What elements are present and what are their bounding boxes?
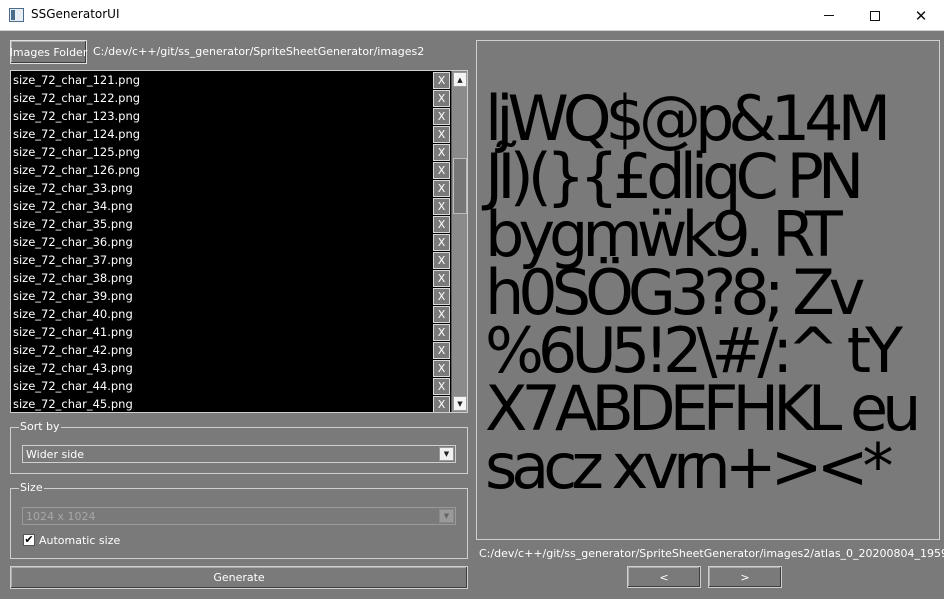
file-name: size_72_char_126.png — [13, 163, 141, 177]
scroll-down-arrow-icon[interactable]: ▼ — [453, 396, 467, 411]
file-name: size_72_char_34.png — [13, 199, 133, 213]
size-title: Size — [19, 481, 44, 494]
file-name: size_72_char_35.png — [13, 217, 133, 231]
chevron-down-icon[interactable]: ▼ — [439, 447, 454, 461]
remove-file-button[interactable]: X — [433, 234, 450, 251]
file-name: size_72_char_37.png — [13, 253, 133, 267]
remove-file-button[interactable]: X — [433, 72, 450, 89]
file-name: size_72_char_122.png — [13, 91, 141, 105]
list-item[interactable]: size_72_char_44.png X — [11, 377, 451, 395]
window-title: SSGeneratorUI — [31, 7, 120, 21]
list-item[interactable]: size_72_char_35.png X — [11, 215, 451, 233]
size-value: 1024 x 1024 — [26, 509, 96, 523]
sort-by-title: Sort by — [19, 420, 61, 433]
list-item[interactable]: size_72_char_36.png X — [11, 233, 451, 251]
remove-file-button[interactable]: X — [433, 216, 450, 233]
scrollbar-track[interactable] — [453, 88, 467, 395]
scrollbar-thumb[interactable] — [453, 158, 467, 214]
list-item[interactable]: size_72_char_45.png X — [11, 395, 451, 412]
remove-file-button[interactable]: X — [433, 252, 450, 269]
remove-file-button[interactable]: X — [433, 378, 450, 395]
file-name: size_72_char_40.png — [13, 307, 133, 321]
list-item[interactable]: size_72_char_40.png X — [11, 305, 451, 323]
file-list-scrollbar[interactable]: ▲ ▼ — [451, 71, 467, 412]
title-bar: SSGeneratorUI ✕ — [0, 0, 944, 31]
remove-file-button[interactable]: X — [433, 198, 450, 215]
file-name: size_72_char_39.png — [13, 289, 133, 303]
list-item[interactable]: size_72_char_34.png X — [11, 197, 451, 215]
app-icon — [9, 8, 24, 22]
file-name: size_72_char_33.png — [13, 181, 133, 195]
list-item[interactable]: size_72_char_123.png X — [11, 107, 451, 125]
atlas-glyph-row: sacz xvrn+><* — [485, 430, 894, 503]
images-folder-path: C:/dev/c++/git/ss_generator/SpriteSheetG… — [93, 45, 425, 58]
automatic-size-checkbox[interactable]: ✔ — [23, 534, 35, 546]
file-name: size_72_char_38.png — [13, 271, 133, 285]
output-path: C:/dev/c++/git/ss_generator/SpriteSheetG… — [479, 547, 944, 560]
remove-file-button[interactable]: X — [433, 360, 450, 377]
remove-file-button[interactable]: X — [433, 342, 450, 359]
list-item[interactable]: size_72_char_33.png X — [11, 179, 451, 197]
list-item[interactable]: size_72_char_122.png X — [11, 89, 451, 107]
remove-file-button[interactable]: X — [433, 144, 450, 161]
remove-file-button[interactable]: X — [433, 162, 450, 179]
next-atlas-button[interactable]: > — [708, 566, 782, 588]
chevron-down-icon: ▼ — [439, 509, 454, 523]
file-name: size_72_char_44.png — [13, 379, 133, 393]
list-item[interactable]: size_72_char_126.png X — [11, 161, 451, 179]
list-item[interactable]: size_72_char_121.png X — [11, 71, 451, 89]
size-dropdown: 1024 x 1024 ▼ — [22, 507, 456, 525]
file-name: size_72_char_123.png — [13, 109, 141, 123]
minimize-icon — [824, 15, 834, 16]
remove-file-button[interactable]: X — [433, 396, 450, 412]
remove-file-button[interactable]: X — [433, 108, 450, 125]
sort-by-group: Sort by Wider side ▼ — [10, 420, 468, 474]
list-item[interactable]: size_72_char_39.png X — [11, 287, 451, 305]
maximize-button[interactable] — [852, 0, 898, 31]
close-button[interactable]: ✕ — [898, 0, 944, 31]
generate-button[interactable]: Generate — [10, 566, 468, 589]
list-item[interactable]: size_72_char_125.png X — [11, 143, 451, 161]
sort-by-value: Wider side — [26, 447, 84, 461]
list-item[interactable]: size_72_char_42.png X — [11, 341, 451, 359]
remove-file-button[interactable]: X — [433, 270, 450, 287]
list-item[interactable]: size_72_char_124.png X — [11, 125, 451, 143]
list-item[interactable]: size_72_char_37.png X — [11, 251, 451, 269]
file-name: size_72_char_43.png — [13, 361, 133, 375]
file-name: size_72_char_125.png — [13, 145, 141, 159]
remove-file-button[interactable]: X — [433, 288, 450, 305]
remove-file-button[interactable]: X — [433, 306, 450, 323]
remove-file-button[interactable]: X — [433, 324, 450, 341]
images-folder-button[interactable]: Images Folder — [10, 40, 87, 64]
automatic-size-label[interactable]: Automatic size — [39, 534, 120, 547]
file-name: size_72_char_36.png — [13, 235, 133, 249]
file-name: size_72_char_41.png — [13, 325, 133, 339]
list-item[interactable]: size_72_char_38.png X — [11, 269, 451, 287]
scroll-up-arrow-icon[interactable]: ▲ — [453, 72, 467, 87]
atlas-preview: ljWQ$@p&14M JĨ)(}{£dliqC PN bygmẅk9. RT h0S… — [476, 40, 940, 540]
maximize-icon — [870, 10, 880, 21]
remove-file-button[interactable]: X — [433, 180, 450, 197]
file-name: size_72_char_45.png — [13, 397, 133, 411]
remove-file-button[interactable]: X — [433, 126, 450, 143]
close-icon: ✕ — [914, 6, 928, 25]
size-group: Size 1024 x 1024 ▼ ✔ Automatic size — [10, 481, 468, 559]
sort-by-dropdown[interactable]: Wider side ▼ — [22, 445, 456, 463]
file-list[interactable]: size_72_char_121.png Xsize_72_char_122.pn… — [10, 70, 468, 413]
minimize-button[interactable] — [806, 0, 852, 31]
file-name: size_72_char_121.png — [13, 73, 141, 87]
previous-atlas-button[interactable]: < — [627, 566, 701, 588]
file-name: size_72_char_42.png — [13, 343, 133, 357]
file-name: size_72_char_124.png — [13, 127, 141, 141]
list-item[interactable]: size_72_char_41.png X — [11, 323, 451, 341]
list-item[interactable]: size_72_char_43.png X — [11, 359, 451, 377]
remove-file-button[interactable]: X — [433, 90, 450, 107]
